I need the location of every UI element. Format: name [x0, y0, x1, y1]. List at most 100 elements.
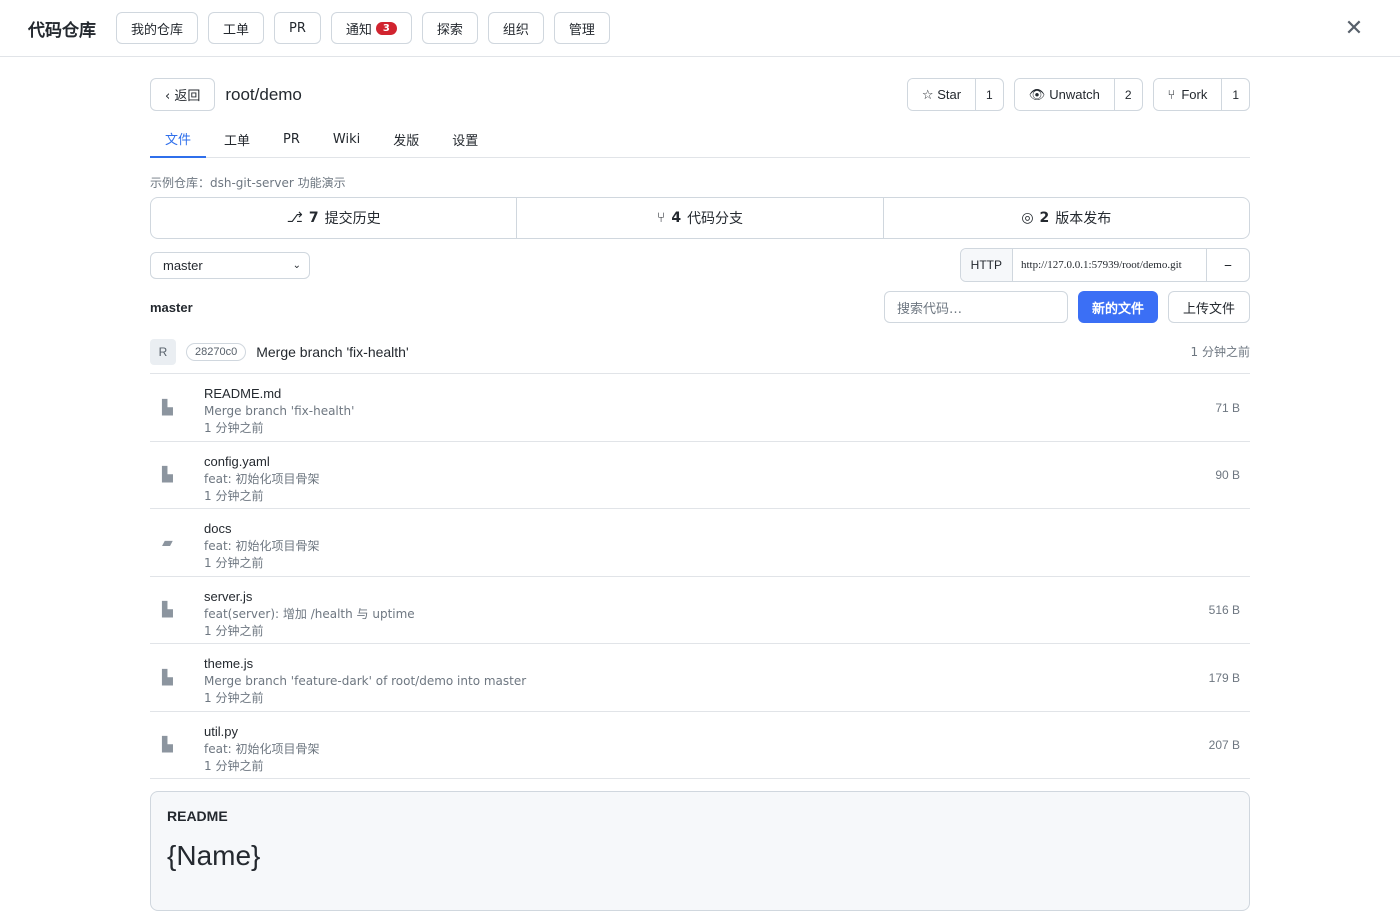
readme-panel: README {Name} [150, 791, 1250, 911]
fork-group: ⑂ Fork 1 [1152, 78, 1250, 111]
back-button[interactable]: ‹ 返回 [150, 78, 216, 111]
stat-releases-count: 2 [1039, 210, 1050, 226]
file-commit-message: Merge branch 'fix-health' [204, 404, 355, 418]
stat-branches[interactable]: ⑂ 4 代码分支 [517, 198, 884, 238]
clone-box: HTTP http://127.0.0.1:57939/root/demo.gi… [959, 248, 1250, 282]
file-size: 90 B [1215, 468, 1240, 483]
list-item[interactable]: ▙ util.py feat: 初始化项目骨架 1 分钟之前 207 B [150, 712, 1250, 779]
star-button[interactable]: ☆ Star [907, 79, 976, 110]
file-time: 1 分钟之前 [204, 758, 264, 773]
file-icon: ▙ [162, 668, 173, 685]
star-count[interactable]: 1 [975, 79, 1003, 110]
tab-issues[interactable]: 工单 [209, 120, 265, 158]
tab-pr[interactable]: PR [268, 120, 315, 158]
tab-settings[interactable]: 设置 [437, 120, 493, 158]
clone-protocol[interactable]: HTTP [960, 249, 1013, 281]
file-icon: ▙ [162, 398, 173, 415]
repo-description: 示例仓库：dsh-git-server 功能演示 [150, 176, 346, 190]
app-brand: 代码仓库 [28, 20, 96, 40]
release-icon: ◎ [1021, 210, 1034, 226]
stat-releases[interactable]: ◎ 2 版本发布 [884, 198, 1249, 238]
clone-url-field[interactable]: http://127.0.0.1:57939/root/demo.git [1013, 249, 1207, 281]
commit-sha[interactable]: 28270c0 [186, 342, 247, 361]
stat-branches-label: 代码分支 [687, 211, 744, 227]
watch-label: Unwatch [1049, 87, 1100, 102]
file-name[interactable]: util.py [204, 724, 320, 740]
file-icon: ▙ [162, 601, 173, 618]
file-commit-message: Merge branch 'feature-dark' of root/demo… [204, 674, 527, 688]
nav-explore[interactable]: 探索 [421, 12, 478, 44]
nav-pr[interactable]: PR [274, 12, 321, 44]
stat-commits-count: 7 [308, 210, 319, 226]
readme-title: README [167, 808, 228, 824]
branch-clone-row: master ⌄ HTTP http://127.0.0.1:57939/root… [150, 248, 1250, 282]
commit-history-icon: ⎇ [286, 210, 303, 226]
repo-tabs: 文件 工单 PR Wiki 发版 设置 [150, 120, 1250, 158]
repo-header: ‹ 返回 root/demo ☆ Star 1 👁 Unwatch 2 ⑂ Fork… [150, 78, 1250, 111]
file-size: 179 B [1208, 670, 1240, 685]
file-name[interactable]: theme.js [204, 656, 526, 672]
file-name[interactable]: server.js [204, 589, 415, 605]
close-icon[interactable]: ✕ [1342, 16, 1366, 40]
avatar: R [150, 338, 176, 365]
nav-issues[interactable]: 工单 [208, 12, 265, 44]
file-time: 1 分钟之前 [204, 623, 264, 638]
tab-wiki[interactable]: Wiki [318, 120, 375, 158]
current-branch-label: master [150, 299, 193, 315]
list-item[interactable]: ▰ docs feat: 初始化项目骨架 1 分钟之前 [150, 509, 1250, 577]
commit-message[interactable]: Merge branch 'fix-health' [256, 344, 408, 360]
list-item[interactable]: ▙ README.md Merge branch 'fix-health' 1 分钟… [150, 374, 1250, 442]
commit-time: 1 分钟之前 [1190, 345, 1250, 359]
nav-my-repos[interactable]: 我的仓库 [116, 12, 199, 44]
file-size: 207 B [1208, 738, 1240, 753]
watch-button[interactable]: 👁 Unwatch [1014, 79, 1114, 110]
nav-orgs[interactable]: 组织 [487, 12, 544, 44]
star-group: ☆ Star 1 [906, 78, 1004, 111]
fork-button[interactable]: ⑂ Fork [1153, 79, 1222, 110]
fork-count[interactable]: 1 [1221, 79, 1249, 110]
repo-main: ‹ 返回 root/demo ☆ Star 1 👁 Unwatch 2 ⑂ Fork… [150, 57, 1250, 911]
repo-name: root/demo [225, 84, 302, 104]
readme-heading: {Name} [167, 840, 261, 871]
nav-notifications-label: 通知 [345, 22, 372, 38]
list-item[interactable]: ▙ server.js feat(server): 增加 /health 与 up… [150, 577, 1250, 644]
file-time: 1 分钟之前 [204, 421, 264, 435]
fork-icon: ⑂ [1167, 87, 1176, 102]
stat-commits[interactable]: ⎇ 7 提交历史 [151, 198, 518, 238]
copy-icon[interactable]: ⎯ [1207, 249, 1249, 281]
watch-count[interactable]: 2 [1113, 79, 1142, 110]
chevron-down-icon: ⌄ [292, 259, 301, 271]
stat-commits-label: 提交历史 [324, 211, 381, 227]
stat-branches-count: 4 [671, 210, 682, 226]
file-icon: ▙ [162, 736, 173, 753]
list-item[interactable]: ▙ config.yaml feat: 初始化项目骨架 1 分钟之前 90 B [150, 442, 1250, 509]
fork-label: Fork [1181, 87, 1208, 102]
file-commit-message: feat: 初始化项目骨架 [204, 471, 320, 486]
nav-admin[interactable]: 管理 [553, 12, 610, 44]
file-toolbar-actions: 搜索代码… 新的文件 上传文件 [883, 291, 1250, 323]
code-search-input[interactable]: 搜索代码… [883, 291, 1068, 323]
stat-releases-label: 版本发布 [1055, 211, 1112, 227]
folder-icon: ▰ [162, 533, 173, 550]
repo-actions: ☆ Star 1 👁 Unwatch 2 ⑂ Fork 1 [897, 78, 1250, 111]
file-commit-message: feat(server): 增加 /health 与 uptime [204, 606, 415, 621]
latest-commit: R 28270c0 Merge branch 'fix-health' 1 分钟… [150, 330, 1250, 374]
repo-stats: ⎇ 7 提交历史 ⑂ 4 代码分支 ◎ 2 版本发布 [150, 197, 1250, 239]
file-size: 71 B [1215, 400, 1240, 415]
branch-select[interactable]: master ⌄ [150, 251, 310, 279]
branch-select-value: master [163, 257, 203, 273]
file-icon: ▙ [162, 466, 173, 483]
notification-badge: 3 [375, 21, 397, 35]
file-name[interactable]: docs [204, 521, 320, 537]
file-size: 516 B [1208, 603, 1240, 618]
file-commit-message: feat: 初始化项目骨架 [204, 741, 320, 756]
nav-notifications[interactable]: 通知 3 [330, 12, 412, 44]
tab-files[interactable]: 文件 [150, 120, 207, 158]
upload-file-button[interactable]: 上传文件 [1167, 291, 1250, 323]
file-list: ▙ README.md Merge branch 'fix-health' 1 分钟… [150, 374, 1250, 779]
file-name[interactable]: config.yaml [204, 454, 320, 470]
tab-releases[interactable]: 发版 [378, 120, 434, 158]
file-name[interactable]: README.md [204, 386, 354, 402]
new-file-button[interactable]: 新的文件 [1077, 291, 1158, 323]
list-item[interactable]: ▙ theme.js Merge branch 'feature-dark' of… [150, 644, 1250, 712]
